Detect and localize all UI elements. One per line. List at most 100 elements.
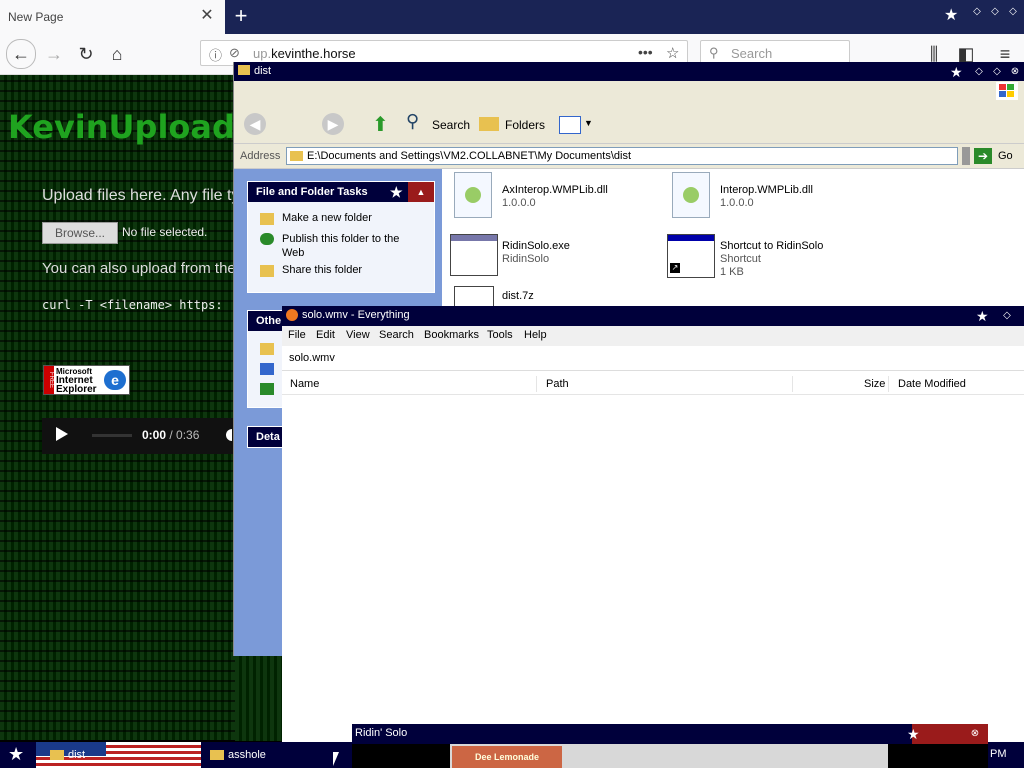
search-button[interactable]: Search	[432, 118, 470, 132]
star-icon: ★	[944, 7, 959, 24]
upload-instructions: Upload files here. Any file ty	[42, 187, 240, 204]
folder-icon	[290, 151, 303, 161]
maximize-button[interactable]: ◇	[990, 66, 1004, 78]
address-bar: Address E:\Documents and Settings\VM2.CO…	[234, 144, 1024, 169]
column-divider[interactable]	[888, 376, 889, 392]
start-star-icon[interactable]: ★	[8, 745, 24, 763]
menu-bookmarks[interactable]: Bookmarks	[424, 329, 479, 341]
file-item[interactable]: RidinSolo.exe RidinSolo	[450, 234, 650, 282]
webpage-background	[235, 655, 282, 741]
new-tab-button[interactable]: +	[230, 5, 252, 27]
globe-icon	[260, 233, 274, 245]
menu-edit[interactable]: Edit	[316, 329, 335, 341]
menu-view[interactable]: View	[346, 329, 370, 341]
minimize-button[interactable]: ◇	[970, 6, 984, 18]
column-name[interactable]: Name	[290, 378, 319, 390]
column-divider[interactable]	[792, 376, 793, 392]
bookmark-star-icon[interactable]: ☆	[666, 44, 679, 62]
close-window-button[interactable]: ◇	[1006, 6, 1020, 18]
up-folder-icon[interactable]: ⬆	[372, 112, 389, 137]
address-value: E:\Documents and Settings\VM2.COLLABNET\…	[307, 150, 632, 162]
dll-file-icon	[454, 172, 492, 218]
views-icon[interactable]	[559, 116, 581, 134]
windows-logo-icon	[996, 82, 1018, 100]
curl-command: curl -T <filename> https:	[42, 298, 223, 312]
close-tab-icon[interactable]: ✕	[199, 8, 215, 24]
file-item[interactable]: Interop.WMPLib.dll 1.0.0.0	[672, 172, 872, 220]
shortcut-file-icon: ↗	[667, 234, 715, 278]
column-path[interactable]: Path	[546, 378, 569, 390]
file-item[interactable]: AxInterop.WMPLib.dll 1.0.0.0	[454, 172, 654, 220]
everything-search-input[interactable]: solo.wmv	[282, 346, 1024, 371]
everything-title-bar[interactable]: solo.wmv - Everything ★ ◇	[282, 306, 1024, 326]
url-text: up.kevinthe.horse	[253, 46, 356, 61]
volume-icon[interactable]	[226, 429, 232, 441]
play-icon[interactable]	[56, 427, 68, 441]
ie-logo-icon: e	[104, 370, 126, 390]
ie-badge[interactable]: FREE Microsoft Internet Explorer e	[43, 365, 130, 395]
no-file-label: No file selected.	[122, 225, 208, 239]
chevron-down-icon[interactable]: ▼	[584, 118, 593, 128]
back-arrow-icon[interactable]: ◀	[244, 113, 266, 135]
new-folder-icon	[260, 213, 274, 225]
menu-search[interactable]: Search	[379, 329, 414, 341]
column-size[interactable]: Size	[864, 378, 885, 390]
clock: PM	[990, 748, 1007, 760]
back-button[interactable]: ←	[6, 39, 36, 69]
tracking-icon[interactable]: ⊘	[229, 45, 240, 61]
search-icon: ⚲	[709, 45, 719, 60]
video-area[interactable]: Dee Lemonade	[450, 744, 888, 768]
menu-help[interactable]: Help	[524, 329, 547, 341]
star-icon: ★	[907, 726, 920, 742]
reload-button[interactable]: ↻	[72, 40, 100, 68]
free-label: FREE	[44, 366, 54, 394]
network-icon[interactable]	[260, 383, 274, 395]
ie-badge-text: Microsoft Internet Explorer	[56, 367, 97, 395]
media-title: Ridin' Solo	[355, 727, 408, 739]
star-icon: ★	[950, 64, 963, 80]
column-date-modified[interactable]: Date Modified	[898, 378, 966, 390]
media-title-bar[interactable]: Ridin' Solo ★ ⊗	[352, 724, 988, 744]
address-dropdown[interactable]	[962, 147, 970, 165]
go-button[interactable]: Go	[998, 150, 1013, 162]
task-publish[interactable]: Publish this folder to the Web	[260, 232, 430, 260]
progress-bar[interactable]	[92, 434, 132, 437]
explorer-menu-bar	[234, 81, 1024, 101]
close-window-button[interactable]: ⊗	[1008, 66, 1022, 78]
search-icon[interactable]: ⚲	[406, 111, 419, 132]
collapse-icon[interactable]: ▲	[408, 182, 434, 202]
alt-upload-text: You can also upload from the	[42, 260, 236, 277]
info-icon[interactable]: ⓘ	[209, 45, 222, 64]
my-documents-icon[interactable]	[260, 363, 274, 375]
forward-arrow-icon[interactable]: ▶	[322, 113, 344, 135]
tab-title: New Page	[8, 10, 64, 24]
minimize-button[interactable]: ◇	[972, 66, 986, 78]
star-icon: ★	[976, 308, 989, 324]
taskbar-item-dist[interactable]: dist	[50, 745, 200, 765]
search-placeholder: Search	[731, 46, 773, 61]
close-window-button[interactable]: ⊗	[968, 728, 982, 740]
page-actions-icon[interactable]: •••	[638, 44, 653, 60]
tasks-panel-header[interactable]: File and Folder Tasks ★ ▲	[248, 182, 434, 202]
maximize-button[interactable]: ◇	[988, 6, 1002, 18]
home-button[interactable]: ⌂	[103, 40, 131, 68]
column-divider[interactable]	[536, 376, 537, 392]
menu-file[interactable]: File	[288, 329, 306, 341]
folders-button[interactable]: Folders	[505, 118, 545, 132]
browser-tab[interactable]: New Page ✕	[0, 0, 225, 34]
folder-icon	[50, 750, 64, 761]
address-input[interactable]: E:\Documents and Settings\VM2.COLLABNET\…	[286, 147, 958, 165]
forward-button[interactable]: →	[40, 40, 68, 68]
mouse-cursor	[333, 752, 339, 766]
folder-icon[interactable]	[260, 343, 274, 355]
everything-title: solo.wmv - Everything	[302, 309, 410, 321]
taskbar-item-asshole[interactable]: asshole	[210, 745, 350, 765]
folders-icon[interactable]	[479, 117, 499, 131]
exe-file-icon	[450, 234, 498, 276]
minimize-button[interactable]: ◇	[1000, 310, 1014, 322]
explorer-title-bar[interactable]: dist ★ ◇ ◇ ⊗	[234, 62, 1024, 81]
file-item[interactable]: ↗ Shortcut to RidinSolo Shortcut 1 KB	[667, 234, 867, 282]
go-arrow-icon[interactable]: ➔	[974, 148, 992, 164]
menu-tools[interactable]: Tools	[487, 329, 513, 341]
browse-button[interactable]: Browse...	[42, 222, 118, 244]
